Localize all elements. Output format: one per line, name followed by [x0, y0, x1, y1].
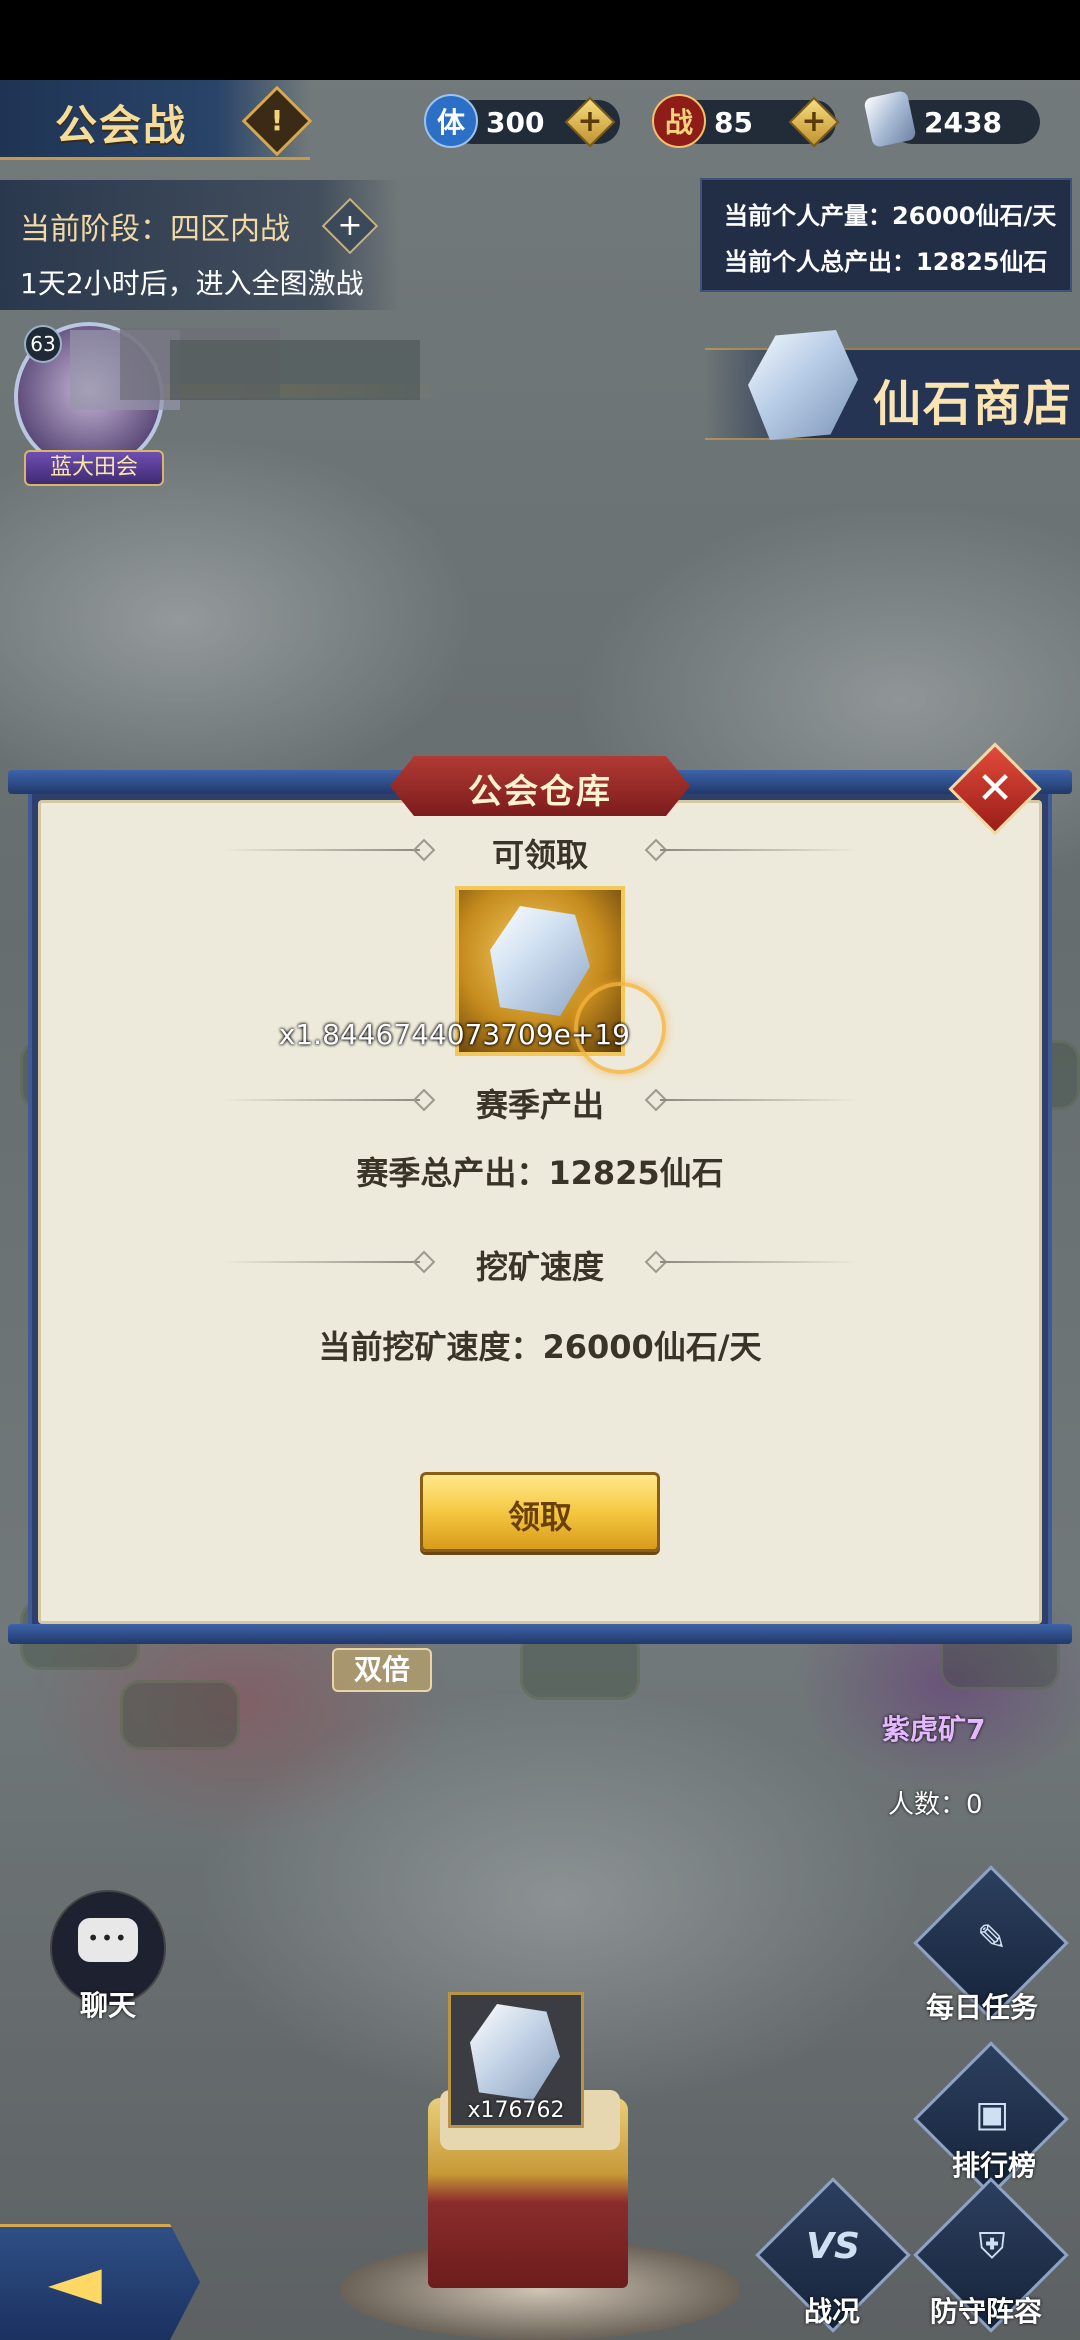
personal-rate-text: 当前个人产量：26000仙石/天 — [724, 202, 1057, 230]
mining-speed-text: 当前挖矿速度：26000仙石/天 — [318, 1328, 762, 1366]
chat-dots: ••• — [87, 1926, 129, 1950]
shop-label[interactable]: 仙石商店 — [873, 364, 1073, 434]
stamina-icon: 体 — [424, 94, 478, 148]
defense-lineup-label[interactable]: 防守阵容 — [930, 2290, 1042, 2330]
section-speed-label: 挖矿速度 — [475, 1248, 604, 1286]
section-claimable-label: 可领取 — [491, 836, 588, 874]
helmet-icon: ⛨ — [978, 2226, 1006, 2267]
battle-token-icon: 战 — [652, 94, 706, 148]
plus-icon: + — [801, 104, 827, 139]
double-reward-tag: 双倍 — [332, 1648, 432, 1692]
battle-token-value: 85 — [714, 106, 753, 139]
redacted-area — [170, 340, 420, 400]
chest-item-count: x176762 — [467, 2098, 565, 2123]
season-total-text: 赛季总产出：12825仙石 — [356, 1154, 724, 1192]
ranking-label[interactable]: 排行榜 — [952, 2144, 1036, 2184]
mine-player-count: 人数：0 — [888, 1790, 983, 1820]
section-speed-header: 挖矿速度 — [200, 1242, 880, 1286]
chat-label[interactable]: 聊天 — [50, 1984, 166, 2024]
page-title: 公会战 — [55, 101, 188, 150]
close-icon: ✕ — [976, 763, 1014, 814]
reward-item-count: x1.8446744073709e+19 — [278, 1018, 630, 1051]
personal-total-text: 当前个人总产出：12825仙石 — [724, 248, 1048, 276]
ranking-icon: ▣ — [974, 2094, 1009, 2135]
section-season-label: 赛季产出 — [475, 1086, 604, 1124]
quest-book-icon: ✎ — [976, 1918, 1008, 1959]
war-status-label[interactable]: 战况 — [804, 2290, 860, 2330]
section-season-header: 赛季产出 — [200, 1080, 880, 1124]
stamina-value: 300 — [486, 106, 545, 139]
player-tag: 蓝大田会 — [24, 450, 164, 486]
current-phase-text: 当前阶段：四区内战 — [20, 212, 290, 247]
back-arrow-icon: ◄ — [48, 2240, 102, 2322]
exclamation-icon: ! — [270, 104, 284, 137]
mine-name[interactable]: 紫虎矿7 — [882, 1708, 985, 1748]
spirit-stone-value: 2438 — [924, 106, 1002, 139]
dialog-title: 公会仓库 — [468, 772, 612, 812]
versus-icon: VS — [806, 2226, 860, 2267]
dialog-bottom-rail — [8, 1624, 1072, 1644]
phase-countdown-text: 1天2小时后，进入全图激战 — [20, 267, 364, 300]
status-bar — [0, 0, 1080, 80]
plus-icon: + — [337, 208, 363, 243]
plus-icon: + — [577, 104, 603, 139]
daily-tasks-label[interactable]: 每日任务 — [926, 1986, 1038, 2026]
claim-button-label[interactable]: 领取 — [420, 1492, 660, 1538]
section-claimable-header: 可领取 — [200, 830, 880, 874]
player-level-badge: 63 — [24, 325, 62, 363]
